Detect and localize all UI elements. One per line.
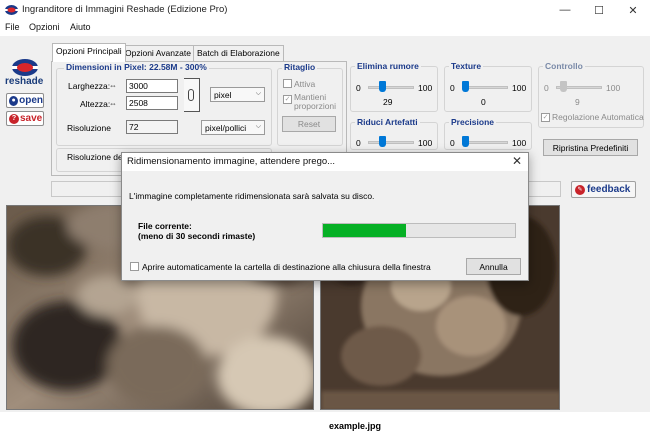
control-title: Controllo [543, 61, 585, 71]
control-slider-thumb[interactable] [559, 81, 567, 92]
auto-adjust-label: Regolazione Automatica [552, 112, 644, 122]
dialog-title: Ridimensionamento immagine, attendere pr… [127, 156, 336, 167]
link-icon: ⇔ [109, 99, 117, 108]
noise-max: 100 [418, 83, 433, 93]
dimensions-title: Dimensioni in Pixel: 22.58M - 300% [64, 62, 209, 72]
open-folder-checkbox[interactable] [130, 262, 139, 271]
open-folder-label: Aprire automaticamente la cartella di de… [142, 262, 431, 272]
precision-title: Precisione [449, 117, 496, 127]
resolution-unit-value: pixel/pollici [205, 123, 247, 133]
width-input[interactable]: 3000 [126, 79, 178, 93]
texture-value: 0 [481, 97, 486, 107]
close-button[interactable]: ✕ [616, 0, 650, 20]
crop-title: Ritaglio [282, 62, 318, 72]
maximize-button[interactable]: ☐ [582, 0, 616, 20]
chevron-down-icon: ⌵ [255, 90, 261, 97]
open-button[interactable]: ● open [6, 93, 44, 108]
feedback-label: feedback [587, 184, 631, 195]
control-min: 0 [544, 83, 549, 93]
artifacts-slider-thumb[interactable] [379, 136, 387, 147]
control-value: 9 [575, 97, 580, 107]
menu-help[interactable]: Aiuto [70, 22, 91, 32]
crop-reset-button[interactable]: Reset [282, 116, 336, 132]
time-remaining: (meno di 30 secondi rimaste) [138, 231, 256, 241]
noise-slider-thumb[interactable] [379, 81, 387, 92]
menu-file[interactable]: File [5, 22, 20, 32]
minimize-button[interactable]: — [548, 0, 582, 20]
artifacts-title: Riduci Artefatti [355, 117, 420, 127]
menu-options[interactable]: Opzioni [29, 22, 60, 32]
save-button-label: save [20, 113, 43, 124]
save-button[interactable]: ? save [6, 111, 44, 126]
app-logo-icon [5, 5, 18, 15]
current-file-label: File corrente: [138, 221, 192, 231]
chain-lock-icon[interactable] [184, 78, 200, 112]
texture-title: Texture [449, 61, 484, 71]
resolution-unit-select[interactable]: pixel/pollici ⌵ [201, 120, 265, 135]
noise-title: Elimina rumore [355, 61, 421, 71]
folder-open-icon: ● [9, 95, 19, 106]
feedback-button[interactable]: ✎ feedback [571, 181, 636, 198]
tab-batch-processing[interactable]: Batch di Elaborazione [193, 45, 284, 61]
crop-active-checkbox[interactable] [283, 79, 292, 88]
status-filename: example.jpg [329, 421, 382, 431]
noise-value: 29 [383, 97, 393, 107]
resolution-input[interactable]: 72 [126, 120, 178, 134]
texture-min: 0 [450, 83, 455, 93]
artifacts-min: 0 [356, 138, 361, 148]
precision-max: 100 [512, 138, 527, 148]
menu-bar [0, 20, 650, 36]
crop-active-label: Attiva [294, 79, 316, 89]
unit-select[interactable]: pixel ⌵ [210, 87, 265, 102]
resolution-row-label: Risoluzione dell [67, 152, 127, 162]
resolution-label: Risoluzione [67, 123, 111, 133]
unit-select-value: pixel [214, 90, 232, 100]
open-button-label: open [19, 95, 43, 106]
progress-bar-fill [323, 224, 406, 237]
status-bar [0, 412, 650, 432]
restore-defaults-button[interactable]: Ripristina Predefiniti [543, 139, 638, 156]
tab-advanced-options[interactable]: Opzioni Avanzate [121, 45, 195, 61]
chevron-down-icon: ⌵ [255, 123, 261, 130]
link-icon: ⇔ [109, 81, 117, 90]
dialog-close-icon[interactable]: ✕ [512, 154, 522, 168]
progress-bar [322, 223, 516, 238]
noise-slider-track[interactable] [368, 86, 414, 89]
cancel-button[interactable]: Annulla [466, 258, 521, 275]
texture-max: 100 [512, 83, 527, 93]
reshade-logo-icon [12, 59, 38, 76]
keep-proportions-label-2: proporzioni [294, 101, 337, 111]
height-label: Altezza: [80, 99, 111, 109]
keep-proportions-checkbox[interactable]: ✓ [283, 95, 292, 104]
feedback-icon: ✎ [575, 184, 585, 195]
texture-slider-thumb[interactable] [462, 81, 469, 92]
tab-main-options[interactable]: Opzioni Principali [52, 43, 126, 62]
precision-slider-thumb[interactable] [462, 136, 469, 147]
precision-min: 0 [450, 138, 455, 148]
window-title: Ingranditore di Immagini Reshade (Edizio… [22, 4, 228, 15]
auto-adjust-checkbox[interactable]: ✓ [541, 113, 550, 122]
noise-min: 0 [356, 83, 361, 93]
artifacts-slider-track[interactable] [368, 141, 414, 144]
height-input[interactable]: 2508 [126, 96, 178, 110]
reshade-logo-text: reshade [5, 76, 44, 87]
artifacts-max: 100 [418, 138, 433, 148]
save-icon: ? [9, 113, 19, 124]
dialog-message: L'immagine completamente ridimensionata … [129, 191, 375, 201]
resize-progress-dialog: Ridimensionamento immagine, attendere pr… [121, 152, 529, 281]
width-label: Larghezza: [68, 81, 111, 91]
control-max: 100 [606, 83, 621, 93]
